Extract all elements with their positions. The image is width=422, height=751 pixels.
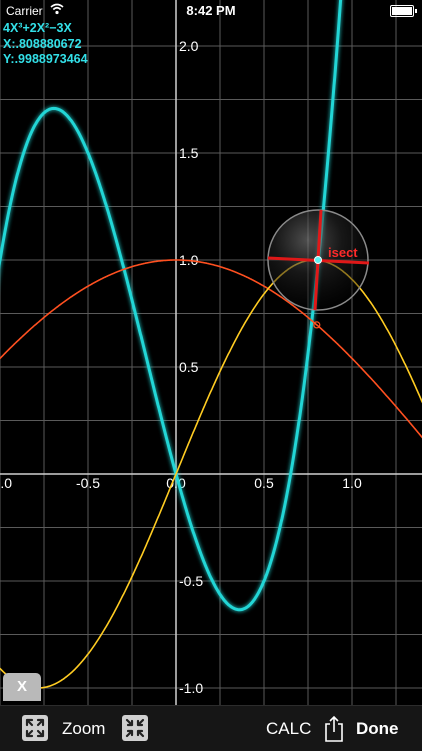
intersection-point bbox=[314, 256, 322, 264]
bottom-toolbar: Zoom CALC Done bbox=[0, 705, 422, 751]
cubic-curve bbox=[0, 0, 343, 612]
y-tick-label: 2.0 bbox=[179, 38, 199, 54]
calc-button[interactable]: CALC bbox=[266, 719, 311, 739]
expand-arrows-icon[interactable] bbox=[22, 715, 48, 741]
x-value-text: X:.808880672 bbox=[3, 36, 82, 51]
x-tick-label: 0.5 bbox=[254, 475, 274, 491]
status-bar: Carrier 8:42 PM bbox=[0, 0, 422, 22]
clock: 8:42 PM bbox=[186, 3, 236, 18]
y-tick-label: -0.5 bbox=[179, 573, 203, 589]
zoom-button[interactable]: Zoom bbox=[62, 719, 105, 739]
intersection-lens[interactable]: isect bbox=[267, 209, 370, 311]
x-variable-tab[interactable]: X bbox=[3, 673, 41, 701]
x-tick-label: 1.0 bbox=[342, 475, 362, 491]
y-value-text: Y:.9988973464 bbox=[3, 52, 88, 66]
y-tick-label: 1.5 bbox=[179, 145, 199, 161]
y-tick-label: 0.5 bbox=[179, 359, 199, 375]
battery-icon bbox=[390, 5, 417, 17]
axes bbox=[0, 0, 422, 705]
done-button[interactable]: Done bbox=[356, 719, 399, 739]
equation-text: 4X³+2X²−3X bbox=[3, 21, 72, 35]
y-tick-label: -1.0 bbox=[179, 680, 203, 696]
isect-label: isect bbox=[328, 245, 358, 260]
contract-arrows-icon[interactable] bbox=[122, 715, 148, 741]
grid-lines bbox=[0, 0, 422, 705]
trace-readout: 4X³+2X²−3X X:.808880672 Y:.9988973464 bbox=[3, 21, 88, 68]
x-tick-label: -0.5 bbox=[76, 475, 100, 491]
x-tick-label: -1.0 bbox=[0, 475, 12, 491]
graph-canvas[interactable]: -1.0-0.50.00.51.02.01.51.00.5-0.5-1.0 is… bbox=[0, 0, 422, 705]
graph-curves bbox=[0, 0, 422, 689]
share-icon[interactable] bbox=[324, 715, 344, 743]
